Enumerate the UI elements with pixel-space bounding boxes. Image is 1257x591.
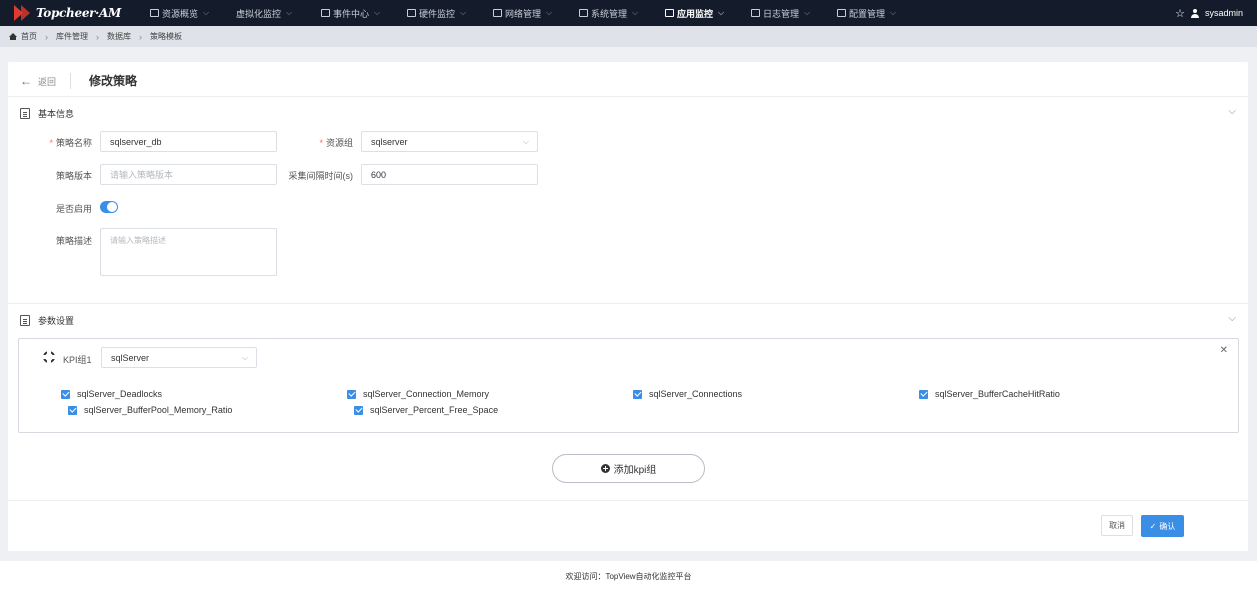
actions-divider (8, 500, 1248, 501)
system-icon (579, 9, 588, 17)
resource-group-select[interactable]: sqlserver ⌵ (361, 131, 538, 152)
logo-text: Topcheer·AM (36, 6, 122, 20)
policy-name-label: * 策略名称 (49, 138, 92, 148)
check-icon: ✓ (1149, 521, 1157, 531)
nav-item-resource-overview[interactable]: 资源概览 ⌵ (150, 0, 236, 26)
breadcrumb-current: 策略模板 (150, 32, 182, 41)
basic-info-header[interactable]: 基本信息 ⌵ (8, 103, 1248, 123)
page-title: 修改策略 (89, 74, 138, 88)
checkbox-checked-icon (61, 389, 70, 399)
add-kpi-group-button[interactable]: 添加kpi组 (552, 454, 705, 483)
nav-item-app-monitor[interactable]: 应用监控 ⌵ (665, 0, 751, 26)
config-icon (837, 9, 846, 17)
crosshair-icon (43, 351, 55, 363)
monitor-icon (150, 9, 159, 17)
checkbox-checked-icon (68, 405, 77, 415)
nav-item-network[interactable]: 网络管理 ⌵ (493, 0, 579, 26)
kpi-group-select[interactable]: sqlServer ⌵ (101, 347, 257, 368)
chevron-down-icon: ⌵ (522, 137, 529, 146)
checkbox-checked-icon (347, 389, 356, 399)
chevron-right-icon: › (96, 31, 99, 42)
policy-version-input[interactable]: 请输入策略版本 (100, 164, 277, 185)
kpi-group-label: KPI组1 (63, 355, 92, 365)
enable-toggle[interactable] (100, 201, 118, 213)
kpi-checkbox-connection-memory[interactable]: sqlServer_Connection_Memory (347, 389, 489, 399)
nav-item-config[interactable]: 配置管理 ⌵ (837, 0, 923, 26)
kpi-checkbox-buffer-cache-hit-ratio[interactable]: sqlServer_BufferCacheHitRatio (919, 389, 1060, 399)
nav-item-event-center[interactable]: 事件中心 ⌵ (321, 0, 407, 26)
hardware-icon (407, 9, 416, 17)
chevron-down-icon: ⌵ (203, 8, 210, 17)
log-icon (751, 9, 760, 17)
logo-mark-icon (14, 5, 32, 21)
resource-group-label: * 资源组 (319, 138, 353, 148)
logo[interactable]: Topcheer·AM (0, 0, 150, 26)
network-icon (493, 9, 502, 17)
chevron-down-icon[interactable]: ⌵ (1228, 106, 1236, 117)
chevron-down-icon: ⌵ (890, 8, 897, 17)
chevron-down-icon: ⌵ (241, 353, 248, 362)
plus-circle-icon (600, 464, 610, 473)
enable-label: 是否启用 (55, 204, 92, 214)
interval-input[interactable]: 600 (361, 164, 538, 185)
checkbox-checked-icon (919, 389, 928, 399)
breadcrumb-library[interactable]: 库件管理 (56, 31, 88, 42)
user-area: ☆ sysadmin (1175, 0, 1243, 26)
nav-item-log[interactable]: 日志管理 ⌵ (751, 0, 837, 26)
description-label: 策略描述 (55, 236, 92, 246)
star-icon[interactable]: ☆ (1175, 7, 1185, 20)
chevron-right-icon: › (139, 31, 142, 42)
confirm-button[interactable]: ✓ 确认 (1141, 515, 1184, 537)
nav-item-system[interactable]: 系统管理 ⌵ (579, 0, 665, 26)
description-textarea[interactable]: 请输入策略描述 (100, 228, 277, 276)
kpi-checkbox-connections[interactable]: sqlServer_Connections (633, 389, 742, 399)
params-header[interactable]: 参数设置 ⌵ (8, 310, 1248, 330)
nav-item-hardware[interactable]: 硬件监控 ⌵ (407, 0, 493, 26)
chevron-down-icon: ⌵ (804, 8, 811, 17)
section-divider (8, 303, 1248, 304)
policy-name-input[interactable]: sqlserver_db (100, 131, 277, 152)
breadcrumb-home[interactable]: 首页 (21, 31, 37, 42)
app-icon (665, 9, 674, 17)
settings-doc-icon (20, 314, 30, 326)
top-navbar: Topcheer·AM 资源概览 ⌵ 虚拟化监控 ⌵ 事件中心 ⌵ 硬件监控 ⌵ 网络管… (0, 0, 1257, 26)
chevron-right-icon: › (45, 31, 48, 42)
username[interactable]: sysadmin (1205, 8, 1243, 18)
nav-item-virtualization[interactable]: 虚拟化监控 ⌵ (236, 0, 321, 26)
home-icon (9, 33, 17, 40)
user-icon (1190, 8, 1199, 18)
chevron-down-icon: ⌵ (718, 8, 725, 17)
arrow-left-icon: ← (20, 74, 32, 88)
policy-version-label: 策略版本 (55, 171, 92, 181)
checkbox-checked-icon (633, 389, 642, 399)
main-card: ← 返回 修改策略 基本信息 ⌵ * 策略名称 sqlserver_db * 资源组… (8, 62, 1248, 551)
main-menu: 资源概览 ⌵ 虚拟化监控 ⌵ 事件中心 ⌵ 硬件监控 ⌵ 网络管理 ⌵ 系统管理 ⌵ 应用监… (150, 0, 923, 26)
kpi-checkbox-deadlocks[interactable]: sqlServer_Deadlocks (61, 389, 162, 399)
document-icon (20, 107, 30, 119)
interval-label: 采集间隔时间(s) (288, 171, 354, 181)
close-icon[interactable]: ✕ (1220, 345, 1228, 356)
event-icon (321, 9, 330, 17)
breadcrumb-database[interactable]: 数据库 (107, 31, 131, 42)
chevron-down-icon: ⌵ (460, 8, 467, 17)
footer: 欢迎访问：TopView自动化监控平台 (0, 561, 1257, 591)
header-divider (70, 73, 71, 89)
kpi-group-panel: KPI组1 sqlServer ⌵ ✕ sqlServer_Deadlocks … (18, 338, 1239, 433)
chevron-down-icon: ⌵ (546, 8, 553, 17)
chevron-down-icon[interactable]: ⌵ (1228, 313, 1236, 324)
checkbox-checked-icon (354, 405, 363, 415)
chevron-down-icon: ⌵ (632, 8, 639, 17)
cancel-button[interactable]: 取消 (1101, 515, 1133, 536)
breadcrumb: 首页 › 库件管理 › 数据库 › 策略模板 (0, 26, 1257, 47)
kpi-checkbox-bufferpool-memory-ratio[interactable]: sqlServer_BufferPool_Memory_Ratio (68, 405, 232, 415)
back-button[interactable]: ← 返回 (20, 74, 56, 88)
page-header: ← 返回 修改策略 (8, 62, 1248, 97)
kpi-checkbox-percent-free-space[interactable]: sqlServer_Percent_Free_Space (354, 405, 498, 415)
chevron-down-icon: ⌵ (374, 8, 381, 17)
chevron-down-icon: ⌵ (286, 8, 293, 17)
